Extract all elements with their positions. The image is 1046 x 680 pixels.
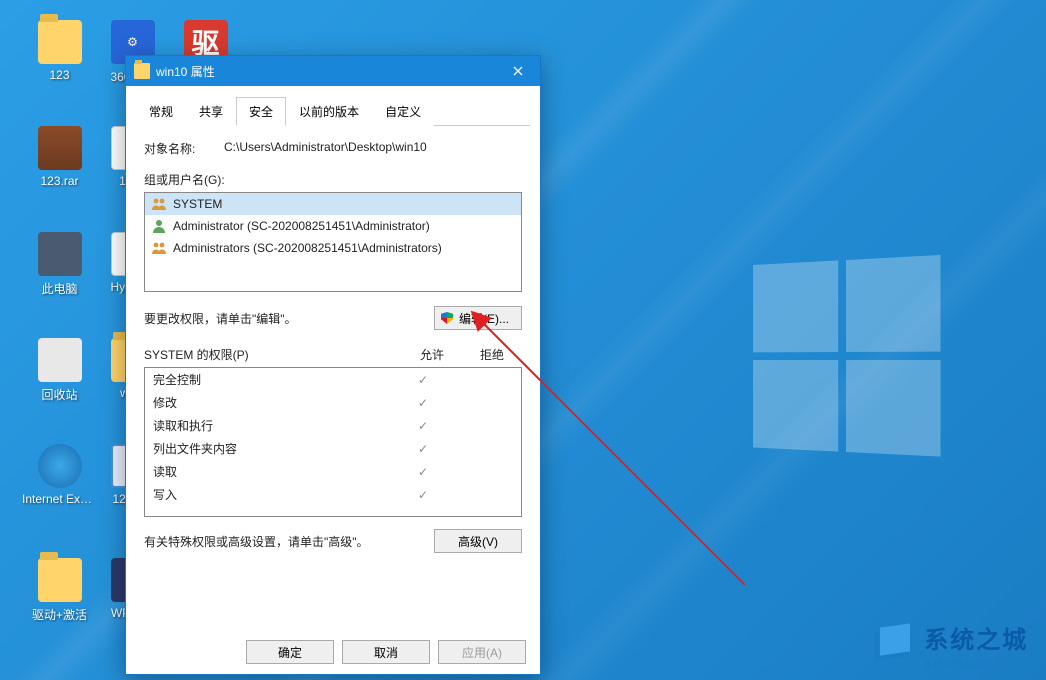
user-name: Administrator (SC-202008251451\Administr…	[173, 219, 430, 233]
watermark-logo-icon	[870, 623, 914, 667]
permission-row[interactable]: 修改✓	[145, 391, 521, 414]
tab-2[interactable]: 安全	[236, 97, 286, 126]
user-icon	[151, 218, 167, 234]
cancel-button[interactable]: 取消	[342, 640, 430, 664]
permissions-listbox[interactable]: 完全控制✓修改✓读取和执行✓列出文件夹内容✓读取✓写入✓	[144, 367, 522, 517]
close-button[interactable]	[495, 56, 540, 86]
permission-name: 修改	[153, 394, 393, 411]
group-icon	[151, 196, 167, 212]
allow-check: ✓	[393, 419, 453, 433]
desktop-icon-image	[38, 232, 82, 276]
group-icon	[151, 240, 167, 256]
watermark-url: xitong86.com	[924, 655, 1032, 670]
desktop-icon-label: 123	[22, 68, 97, 82]
permission-row[interactable]: 完全控制✓	[145, 368, 521, 391]
advanced-hint-text: 有关特殊权限或高级设置，请单击"高级"。	[144, 533, 434, 550]
advanced-button[interactable]: 高级(V)	[434, 529, 522, 553]
tab-4[interactable]: 自定义	[372, 97, 434, 126]
folder-icon	[134, 63, 150, 79]
edit-hint-text: 要更改权限，请单击"编辑"。	[144, 310, 434, 327]
users-listbox[interactable]: SYSTEM Administrator (SC-202008251451\Adm…	[144, 192, 522, 292]
permission-row[interactable]: 列出文件夹内容✓	[145, 437, 521, 460]
permission-row[interactable]: 写入✓	[145, 483, 521, 506]
user-row[interactable]: Administrators (SC-202008251451\Administ…	[145, 237, 521, 259]
desktop-icon-image	[38, 444, 82, 488]
user-name: Administrators (SC-202008251451\Administ…	[173, 241, 442, 255]
desktop-icon[interactable]: 驱动+激活	[22, 556, 97, 623]
apply-button[interactable]: 应用(A)	[438, 640, 526, 664]
allow-check: ✓	[393, 465, 453, 479]
desktop-icon[interactable]: Internet Explorer	[22, 442, 97, 506]
watermark: 系统之城 xitong86.com	[870, 620, 1032, 670]
permission-row[interactable]: 读取✓	[145, 460, 521, 483]
allow-check: ✓	[393, 442, 453, 456]
tab-0[interactable]: 常规	[136, 97, 186, 126]
permission-name: 写入	[153, 486, 393, 503]
desktop-icon-label: 123.rar	[22, 174, 97, 188]
desktop-icon[interactable]: 回收站	[22, 336, 97, 403]
permissions-title: SYSTEM 的权限(P)	[144, 346, 402, 363]
group-users-label: 组或用户名(G):	[144, 171, 522, 188]
desktop-icon[interactable]: 此电脑	[22, 230, 97, 297]
desktop-icon-image	[38, 338, 82, 382]
desktop-icon[interactable]: 123	[22, 18, 97, 82]
allow-column-header: 允许	[402, 346, 462, 363]
user-row[interactable]: Administrator (SC-202008251451\Administr…	[145, 215, 521, 237]
desktop-icon-label: 驱动+激活	[22, 606, 97, 623]
permission-name: 读取和执行	[153, 417, 393, 434]
tab-1[interactable]: 共享	[186, 97, 236, 126]
desktop-icon-image	[38, 126, 82, 170]
tabs: 常规共享安全以前的版本自定义	[136, 96, 530, 126]
desktop-icon-label: Internet Explorer	[22, 492, 97, 506]
windows-logo	[753, 255, 949, 466]
permission-row[interactable]: 读取和执行✓	[145, 414, 521, 437]
close-icon	[513, 66, 523, 76]
deny-column-header: 拒绝	[462, 346, 522, 363]
tab-3[interactable]: 以前的版本	[286, 97, 372, 126]
desktop-icon-label: 回收站	[22, 386, 97, 403]
permission-name: 读取	[153, 463, 393, 480]
desktop-icon-image	[38, 558, 82, 602]
titlebar[interactable]: win10 属性	[126, 56, 540, 86]
permission-name: 列出文件夹内容	[153, 440, 393, 457]
permission-name: 完全控制	[153, 371, 393, 388]
desktop-icon[interactable]: 123.rar	[22, 124, 97, 188]
user-name: SYSTEM	[173, 197, 222, 211]
watermark-brand: 系统之城	[924, 620, 1032, 655]
edit-button[interactable]: 编辑(E)...	[434, 306, 522, 330]
dialog-buttons: 确定 取消 应用(A)	[126, 630, 540, 674]
object-name-value: C:\Users\Administrator\Desktop\win10	[224, 140, 522, 157]
object-name-label: 对象名称:	[144, 140, 224, 157]
properties-dialog: win10 属性 常规共享安全以前的版本自定义 对象名称: C:\Users\A…	[125, 55, 541, 675]
desktop-icon-label: 此电脑	[22, 280, 97, 297]
window-title: win10 属性	[156, 63, 495, 80]
desktop-icon-image	[38, 20, 82, 64]
user-row[interactable]: SYSTEM	[145, 193, 521, 215]
allow-check: ✓	[393, 373, 453, 387]
allow-check: ✓	[393, 396, 453, 410]
ok-button[interactable]: 确定	[246, 640, 334, 664]
allow-check: ✓	[393, 488, 453, 502]
dialog-body: 对象名称: C:\Users\Administrator\Desktop\win…	[126, 126, 540, 567]
